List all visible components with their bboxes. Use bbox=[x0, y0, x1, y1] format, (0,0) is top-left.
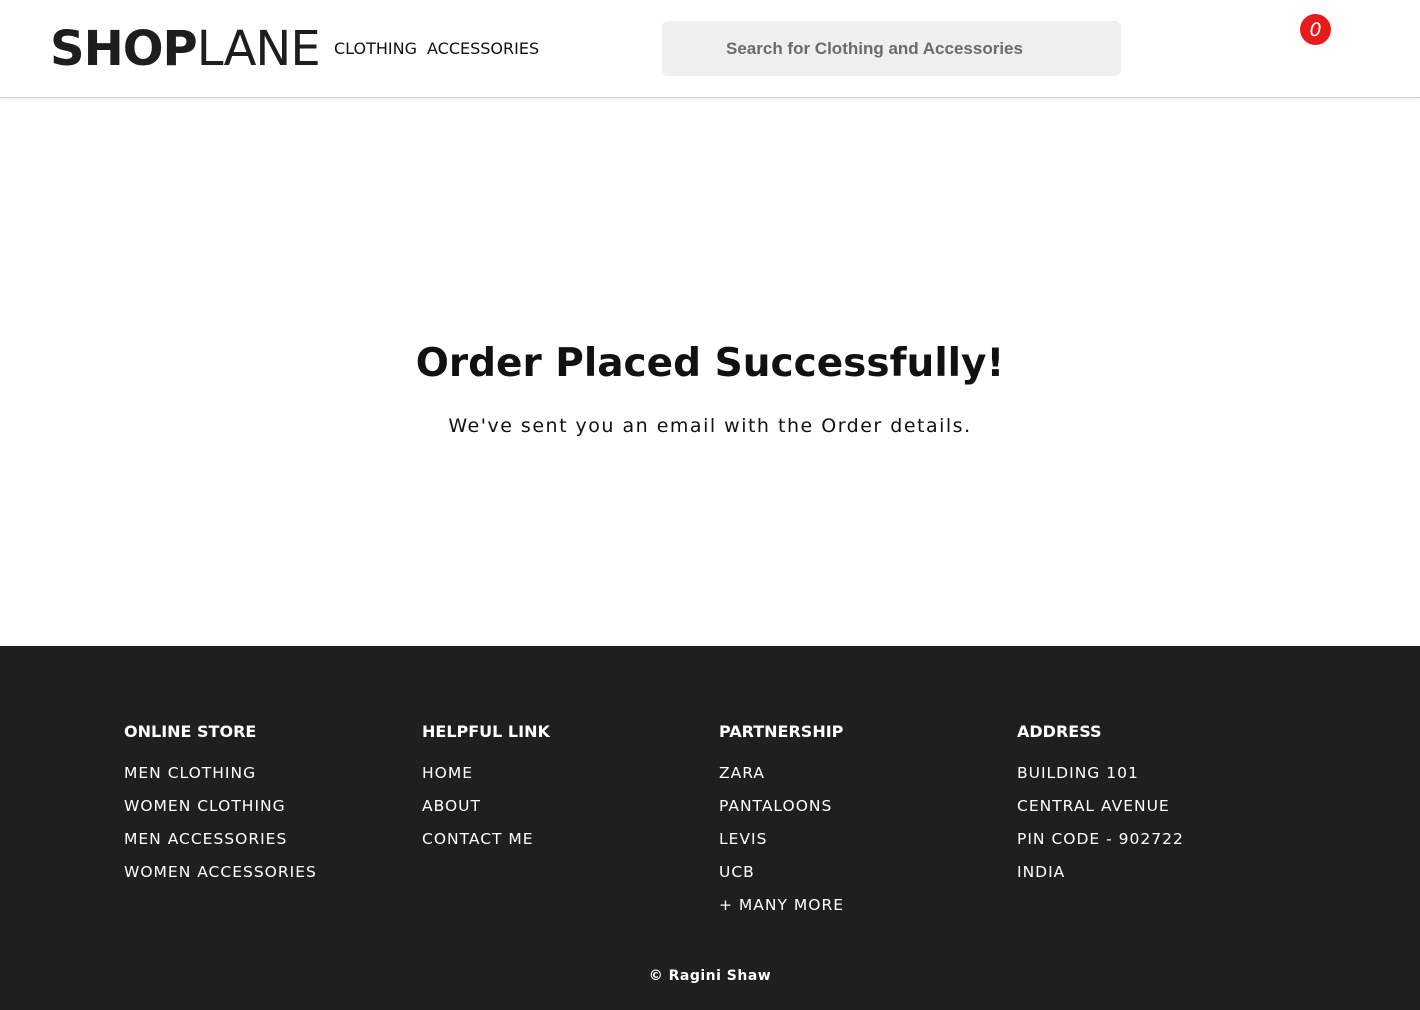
order-confirmation: Order Placed Successfully! We've sent yo… bbox=[0, 98, 1420, 646]
main-nav: CLOTHING ACCESSORIES bbox=[334, 38, 539, 60]
footer-col-partnership: PARTNERSHIP ZARA PANTALOONS LEVIS UCB + … bbox=[719, 722, 1009, 922]
logo-shop: SHOP bbox=[50, 21, 198, 77]
footer-link-ucb[interactable]: UCB bbox=[719, 856, 1009, 889]
search-input[interactable] bbox=[662, 21, 1121, 76]
footer-heading: ADDRESS bbox=[1017, 722, 1102, 741]
address-line: BUILDING 101 bbox=[1017, 764, 1139, 782]
footer-heading: HELPFUL LINK bbox=[422, 722, 550, 741]
search-box bbox=[662, 21, 1121, 76]
footer-link-zara[interactable]: ZARA bbox=[719, 757, 1009, 790]
site-header: SHOPLANE CLOTHING ACCESSORIES 0 bbox=[0, 0, 1420, 98]
confirmation-message: We've sent you an email with the Order d… bbox=[448, 415, 972, 437]
cart-count: 0 bbox=[1309, 18, 1322, 41]
nav-accessories[interactable]: ACCESSORIES bbox=[427, 38, 539, 60]
footer-link-home[interactable]: HOME bbox=[422, 757, 712, 790]
address-line: INDIA bbox=[1017, 863, 1066, 881]
nav-clothing[interactable]: CLOTHING bbox=[334, 38, 417, 60]
footer-link-women-accessories[interactable]: WOMEN ACCESSORIES bbox=[124, 856, 414, 889]
footer-col-helpful-link: HELPFUL LINK HOME ABOUT CONTACT ME bbox=[422, 722, 712, 856]
logo-lane: LANE bbox=[196, 21, 321, 77]
page-title: Order Placed Successfully! bbox=[415, 341, 1005, 386]
footer-link-many-more[interactable]: + MANY MORE bbox=[719, 889, 1009, 922]
address-line: PIN CODE - 902722 bbox=[1017, 830, 1184, 848]
site-footer: ONLINE STORE MEN CLOTHING WOMEN CLOTHING… bbox=[0, 646, 1420, 1010]
copyright: © Ragini Shaw bbox=[648, 968, 772, 984]
footer-link-men-clothing[interactable]: MEN CLOTHING bbox=[124, 757, 414, 790]
footer-link-pantaloons[interactable]: PANTALOONS bbox=[719, 790, 1009, 823]
address-line: CENTRAL AVENUE bbox=[1017, 797, 1170, 815]
logo[interactable]: SHOPLANE bbox=[50, 20, 321, 78]
footer-heading: ONLINE STORE bbox=[124, 722, 257, 741]
footer-link-about[interactable]: ABOUT bbox=[422, 790, 712, 823]
cart-badge-icon[interactable]: 0 bbox=[1300, 14, 1331, 45]
footer-heading: PARTNERSHIP bbox=[719, 722, 844, 741]
footer-link-contact[interactable]: CONTACT ME bbox=[422, 823, 712, 856]
footer-link-levis[interactable]: LEVIS bbox=[719, 823, 1009, 856]
footer-col-online-store: ONLINE STORE MEN CLOTHING WOMEN CLOTHING… bbox=[124, 722, 414, 889]
footer-link-women-clothing[interactable]: WOMEN CLOTHING bbox=[124, 790, 414, 823]
footer-col-address: ADDRESS BUILDING 101 CENTRAL AVENUE PIN … bbox=[1017, 722, 1307, 889]
footer-link-men-accessories[interactable]: MEN ACCESSORIES bbox=[124, 823, 414, 856]
